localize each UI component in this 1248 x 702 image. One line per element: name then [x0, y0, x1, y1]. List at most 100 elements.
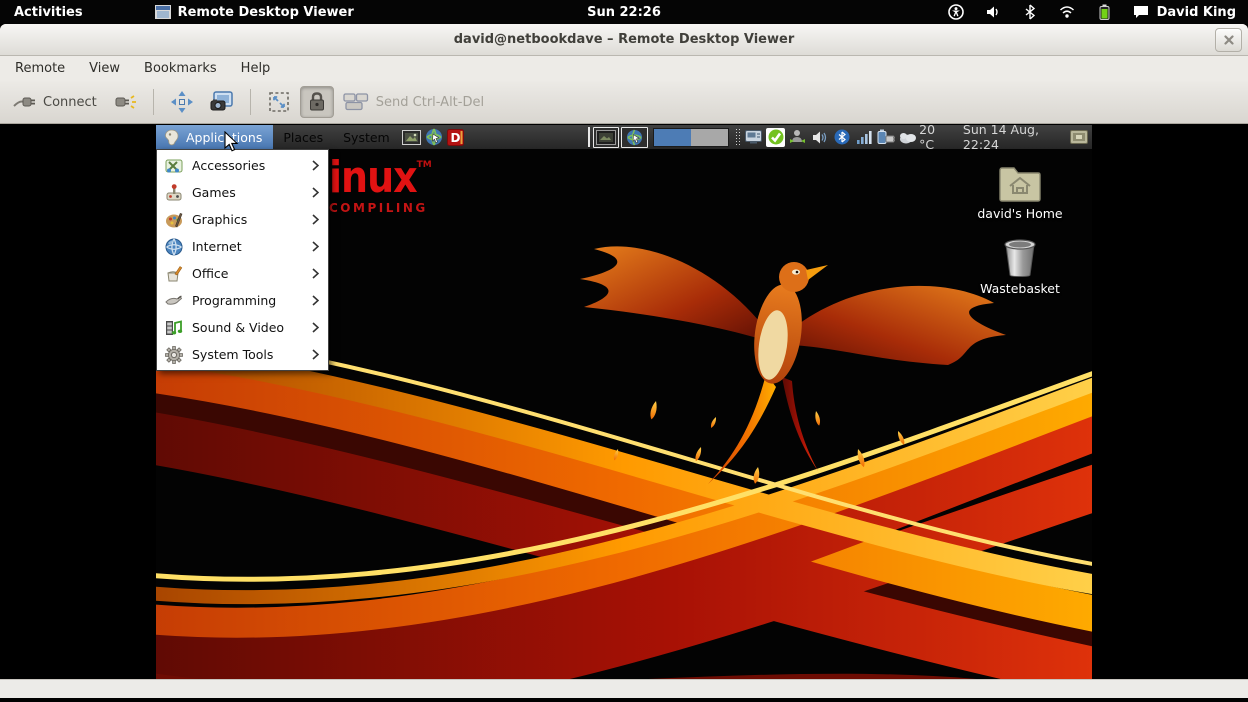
chat-icon [1133, 4, 1150, 21]
menu-item-sound-video[interactable]: Sound & Video [157, 314, 328, 341]
desktop-icon-wastebasket[interactable]: Wastebasket [972, 238, 1068, 296]
applications-dropdown-menu: Accessories Games Graphics [156, 149, 329, 371]
submenu-arrow-icon [312, 187, 319, 198]
menu-view[interactable]: View [78, 58, 131, 79]
wallpaper-text: inuxTM COMPILING [329, 155, 432, 214]
window-toolbar: Connect Send Ctrl-Alt-Del [0, 81, 1248, 124]
submenu-arrow-icon [312, 160, 319, 171]
places-menu-button[interactable]: Places [273, 130, 333, 145]
office-icon [164, 264, 183, 283]
show-desktop-icon[interactable] [1070, 128, 1088, 146]
connect-button[interactable]: Connect [5, 87, 104, 117]
close-icon [1224, 35, 1234, 45]
tray-volume-icon[interactable] [810, 128, 829, 147]
weather-cloud-icon[interactable] [898, 128, 917, 147]
menu-item-office[interactable]: Office [157, 260, 328, 287]
menu-item-accessories[interactable]: Accessories [157, 152, 328, 179]
battery-icon[interactable] [1096, 4, 1113, 21]
user-name: David King [1157, 5, 1236, 20]
workspace-1-active[interactable] [654, 129, 691, 146]
volume-icon[interactable] [985, 4, 1002, 21]
window-title: david@netbookdave – Remote Desktop Viewe… [454, 32, 795, 47]
connect-plug-icon [12, 92, 36, 112]
disconnect-plug-icon [113, 92, 137, 112]
menu-item-internet[interactable]: Internet [157, 233, 328, 260]
desktop-icon-label: Wastebasket [972, 281, 1068, 296]
tray-grip-handle[interactable] [735, 128, 741, 146]
menu-item-programming[interactable]: Programming [157, 287, 328, 314]
system-menu-button[interactable]: System [333, 130, 400, 145]
scaling-button[interactable] [260, 85, 298, 119]
activities-button[interactable]: Activities [0, 5, 99, 20]
focused-app-indicator[interactable]: Remote Desktop Viewer [155, 4, 354, 21]
web-browser-launcher-icon[interactable] [425, 128, 443, 147]
signal-bars-icon[interactable] [854, 128, 873, 147]
display-icon[interactable] [744, 128, 763, 147]
network-user-icon[interactable] [788, 128, 807, 147]
status-bar [0, 679, 1248, 698]
send-ctrl-alt-del-label: Send Ctrl-Alt-Del [376, 95, 484, 110]
home-folder-icon [998, 165, 1042, 203]
close-button[interactable] [1215, 28, 1242, 52]
svg-text:D: D [451, 131, 461, 145]
system-tools-icon [164, 345, 183, 364]
update-check-icon[interactable] [766, 128, 785, 147]
system-tray [744, 128, 917, 147]
app-window-icon [155, 4, 172, 21]
menu-item-label: Games [192, 185, 236, 200]
desktop-icon-home[interactable]: david's Home [972, 165, 1068, 221]
tray-bluetooth-icon[interactable] [832, 128, 851, 147]
fullscreen-icon [170, 90, 194, 114]
desktop-icon-label: david's Home [972, 206, 1068, 221]
menu-bookmarks[interactable]: Bookmarks [133, 58, 228, 79]
games-icon [164, 183, 183, 202]
menu-help[interactable]: Help [230, 58, 282, 79]
send-ctrl-alt-del-button[interactable]: Send Ctrl-Alt-Del [336, 87, 491, 117]
user-menu[interactable]: David King [1133, 4, 1236, 21]
accessibility-icon[interactable] [948, 4, 965, 21]
menu-item-graphics[interactable]: Graphics [157, 206, 328, 233]
panel-clock[interactable]: Sun 14 Aug, 22:24 [963, 124, 1062, 152]
battery-plug-icon[interactable] [876, 128, 895, 147]
distro-logo-icon [163, 129, 180, 146]
dillo-launcher-icon[interactable]: D [447, 128, 465, 147]
menu-item-system-tools[interactable]: System Tools [157, 341, 328, 368]
screenshot-button[interactable] [203, 86, 241, 118]
submenu-arrow-icon [312, 349, 319, 360]
browser-window-icon [626, 129, 643, 146]
accessories-icon [164, 156, 183, 175]
submenu-arrow-icon [312, 268, 319, 279]
connect-label: Connect [43, 95, 97, 110]
terminal-window-button[interactable] [593, 127, 620, 148]
bluetooth-icon[interactable] [1022, 4, 1039, 21]
wifi-icon[interactable] [1059, 4, 1076, 21]
internet-icon [164, 237, 183, 256]
taskbar-handle[interactable] [588, 127, 590, 147]
workspace-2[interactable] [691, 129, 728, 146]
menu-item-label: Sound & Video [192, 320, 284, 335]
screenshot-launcher-icon[interactable] [402, 128, 421, 147]
submenu-arrow-icon [312, 322, 319, 333]
keyboard-grab-lock-icon [307, 91, 327, 113]
workspace-switcher [653, 128, 729, 147]
window-titlebar[interactable]: david@netbookdave – Remote Desktop Viewe… [0, 24, 1248, 56]
disconnect-button[interactable] [106, 87, 144, 117]
temperature-label[interactable]: 20 °C [919, 124, 949, 152]
menu-item-label: Programming [192, 293, 276, 308]
sound-video-icon [164, 318, 183, 337]
remote-screen[interactable]: inuxTM COMPILING david's Home Wastebas [156, 125, 1092, 679]
menu-item-games[interactable]: Games [157, 179, 328, 206]
menu-remote[interactable]: Remote [4, 58, 76, 79]
wallpaper-headline: inux [329, 155, 417, 199]
applications-menu-button[interactable]: Applications [156, 125, 273, 149]
wallpaper-trademark: TM [417, 160, 432, 170]
submenu-arrow-icon [312, 214, 319, 225]
wallpaper-subline: COMPILING [329, 202, 432, 214]
fullscreen-button[interactable] [163, 85, 201, 119]
focused-app-name: Remote Desktop Viewer [178, 5, 354, 20]
keyboard-grab-toggle[interactable] [300, 86, 334, 118]
graphics-icon [164, 210, 183, 229]
browser-window-button[interactable] [621, 127, 648, 148]
terminal-window-icon [596, 130, 616, 145]
menu-item-label: Graphics [192, 212, 247, 227]
